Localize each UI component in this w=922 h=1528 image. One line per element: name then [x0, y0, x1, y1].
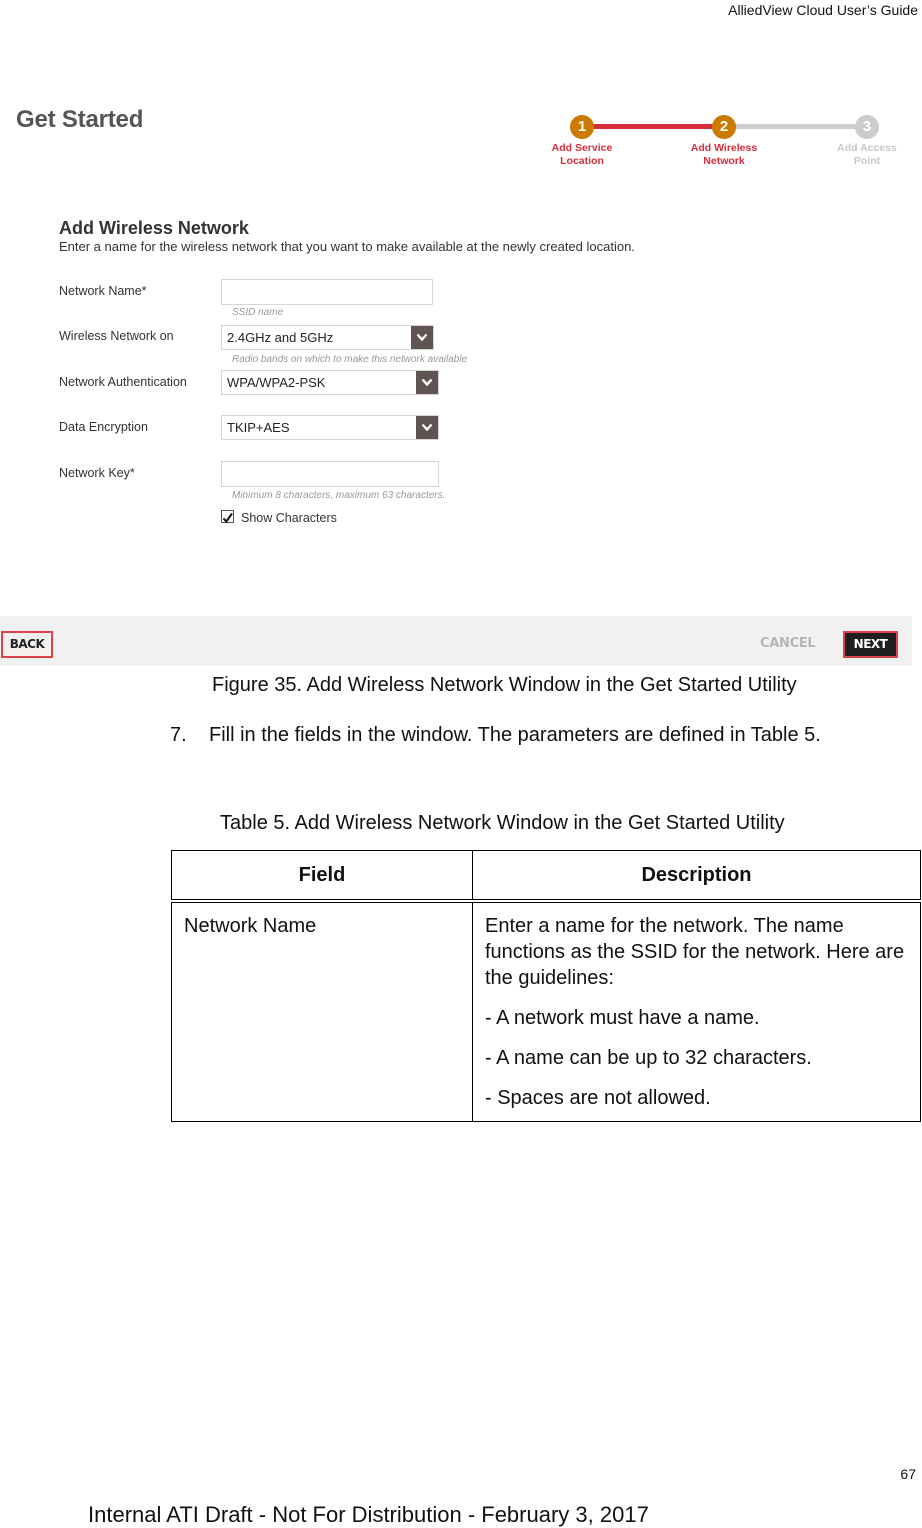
network-authentication-label: Network Authentication: [59, 375, 187, 389]
section-title: Add Wireless Network: [59, 218, 249, 238]
step-3-label: Add Access Point: [822, 142, 912, 168]
step-number: 7.: [170, 724, 187, 746]
network-authentication-select[interactable]: WPA/WPA2-PSK: [221, 370, 439, 395]
chevron-down-icon[interactable]: [416, 416, 438, 439]
parameters-table: Field Description Network Name Enter a n…: [171, 850, 921, 1122]
step-connector-pending: [724, 124, 867, 129]
header-field: Field: [171, 850, 473, 903]
show-characters-checkbox[interactable]: [221, 510, 234, 524]
progress-stepper: 1 2 3 Add Service Location Add Wireless …: [540, 112, 920, 172]
step-1-label: Add Service Location: [537, 142, 627, 168]
cell-field: Network Name: [171, 900, 473, 1122]
show-characters-label: Show Characters: [241, 511, 337, 525]
header-description: Description: [472, 850, 921, 903]
figure-caption: Figure 35. Add Wireless Network Window i…: [212, 674, 797, 696]
network-key-hint: Minimum 8 characters, maximum 63 charact…: [232, 490, 446, 501]
description-guideline: - A network must have a name.: [485, 1007, 760, 1029]
chevron-down-icon[interactable]: [416, 371, 438, 394]
step-2-label-line1: Add Wireless: [690, 142, 758, 154]
description-guideline: - A name can be up to 32 characters.: [485, 1047, 812, 1069]
step-2-circle: 2: [712, 115, 736, 139]
cancel-button[interactable]: CANCEL: [760, 636, 816, 651]
next-button[interactable]: NEXT: [843, 631, 898, 658]
wireless-network-on-value: 2.4GHz and 5GHz: [227, 330, 334, 345]
step-2-label-line2: Network: [703, 155, 745, 167]
step-connector-completed: [582, 124, 724, 129]
step-text: Fill in the fields in the window. The pa…: [209, 724, 821, 746]
chevron-down-icon[interactable]: [411, 326, 433, 349]
table-title: Table 5. Add Wireless Network Window in …: [220, 812, 785, 834]
network-key-input[interactable]: [221, 461, 439, 487]
page-number: 67: [900, 1466, 916, 1482]
step-3-label-line2: Point: [853, 155, 881, 167]
figure-get-started-window: Get Started 1 2 3 Add Service Location A…: [0, 88, 922, 668]
section-description: Enter a name for the wireless network th…: [59, 239, 635, 254]
network-key-label: Network Key*: [59, 466, 135, 480]
step-1-circle: 1: [570, 115, 594, 139]
draft-notice: Internal ATI Draft - Not For Distributio…: [88, 1502, 649, 1527]
wireless-network-on-hint: Radio bands on which to make this networ…: [232, 354, 468, 365]
data-encryption-value: TKIP+AES: [227, 420, 290, 435]
step-1-label-line1: Add Service: [551, 142, 613, 154]
wizard-footer: BACK CANCEL NEXT: [0, 616, 912, 666]
data-encryption-label: Data Encryption: [59, 420, 148, 434]
page-title: Get Started: [16, 106, 144, 133]
network-authentication-value: WPA/WPA2-PSK: [227, 375, 326, 390]
step-3-circle: 3: [855, 115, 879, 139]
data-encryption-select[interactable]: TKIP+AES: [221, 415, 439, 440]
network-name-label: Network Name*: [59, 284, 147, 298]
step-2-label: Add Wireless Network: [679, 142, 769, 168]
table-header-row: Field Description: [171, 850, 921, 903]
wireless-network-on-label: Wireless Network on: [59, 329, 174, 343]
network-name-input[interactable]: [221, 279, 433, 305]
running-header: AlliedView Cloud User’s Guide: [728, 2, 918, 18]
network-name-hint: SSID name: [232, 307, 284, 318]
checkmark-icon: [222, 512, 233, 524]
step-3-label-line1: Add Access: [837, 142, 897, 154]
table-row: Network Name Enter a name for the networ…: [171, 900, 921, 1122]
description-paragraph: Enter a name for the network. The name f…: [485, 915, 905, 989]
cell-description: Enter a name for the network. The name f…: [472, 900, 921, 1122]
wireless-network-on-select[interactable]: 2.4GHz and 5GHz: [221, 325, 434, 350]
step-1-label-line2: Location: [560, 155, 604, 167]
back-button[interactable]: BACK: [1, 631, 53, 658]
description-guideline: - Spaces are not allowed.: [485, 1087, 711, 1109]
